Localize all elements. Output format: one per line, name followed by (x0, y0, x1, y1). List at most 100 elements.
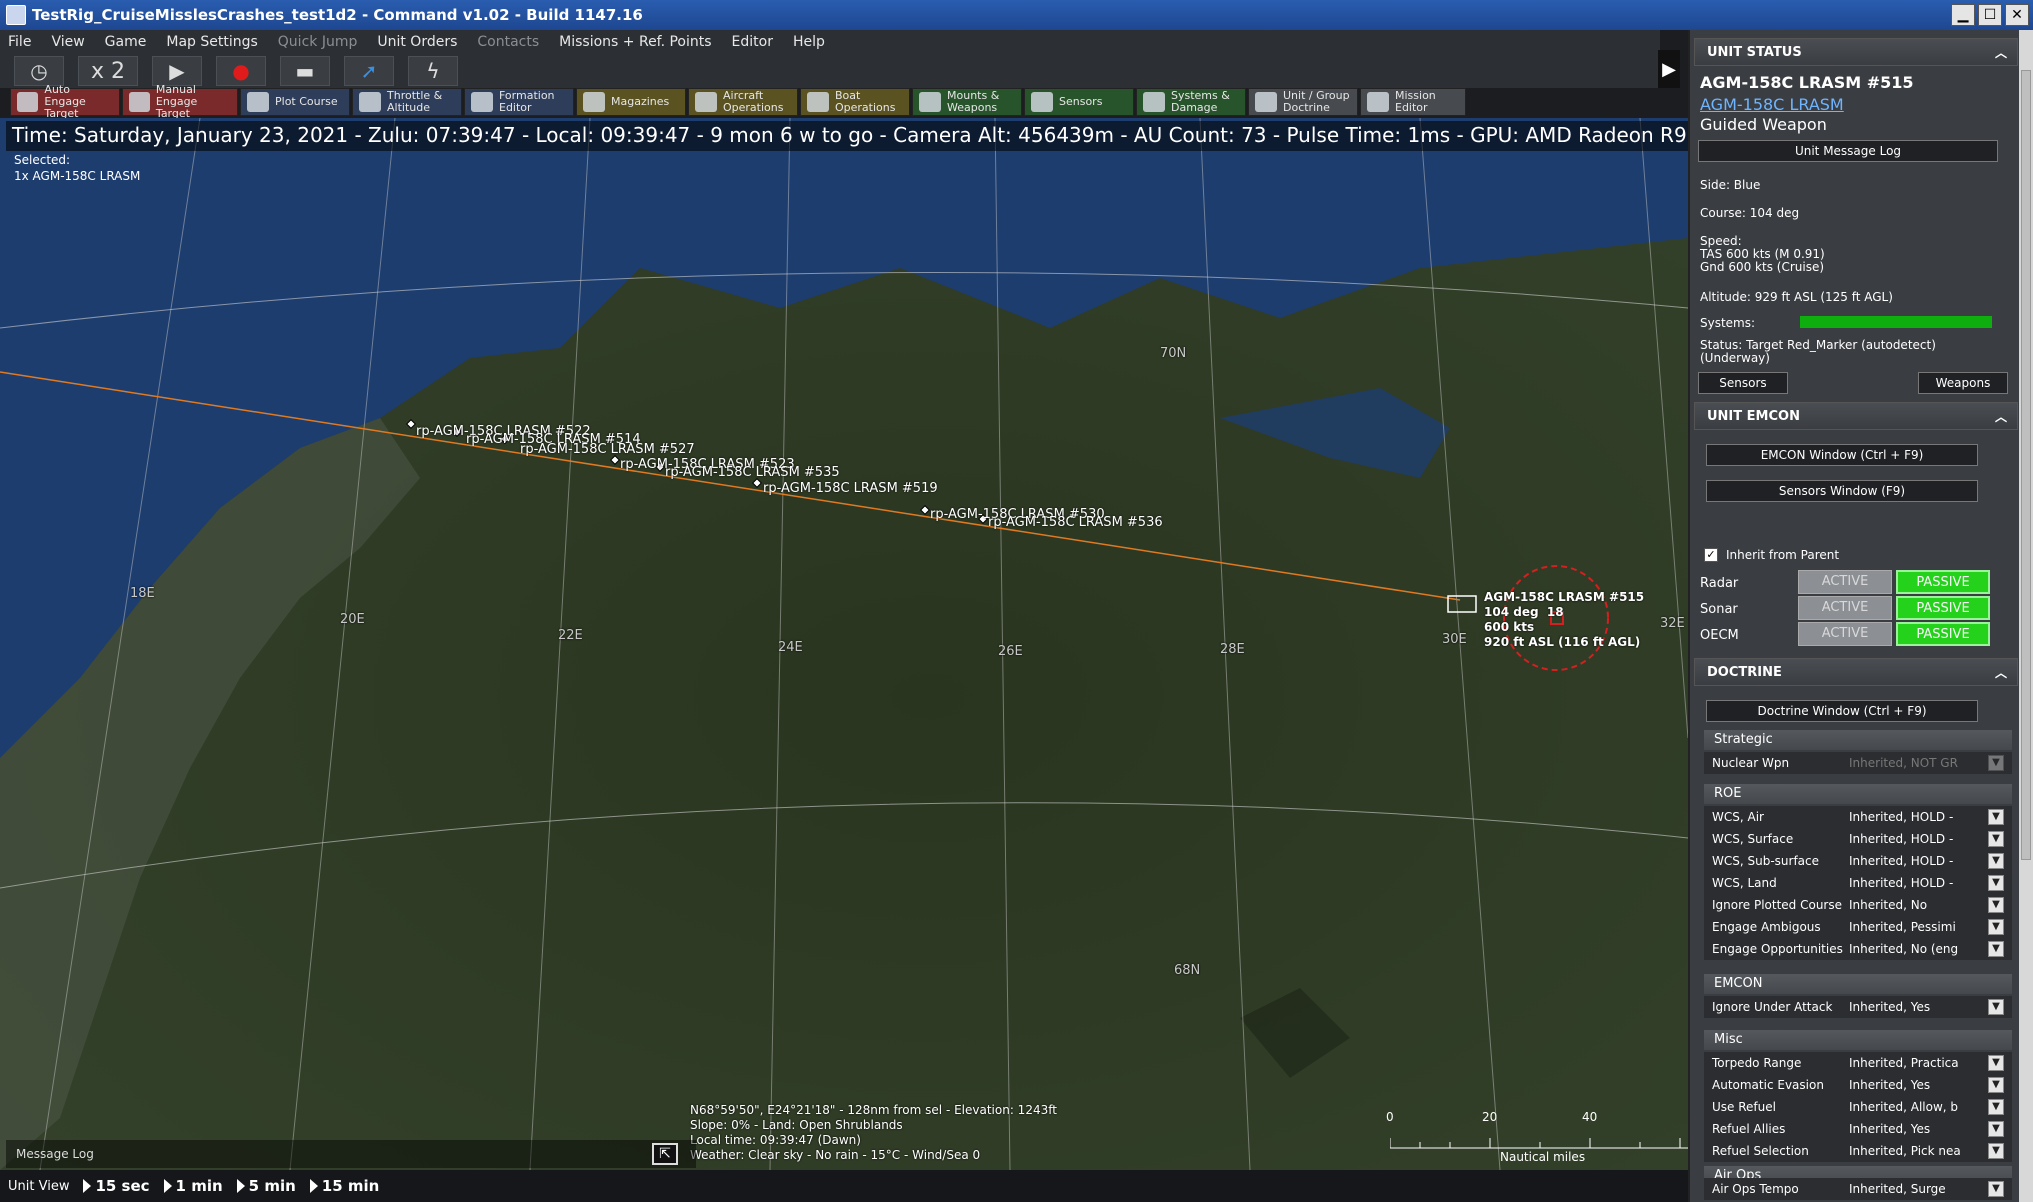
doctrine-row[interactable]: WCS, Sub-surface Inherited, HOLD - ▼ (1704, 850, 2012, 872)
chevron-down-icon[interactable]: ▼ (1988, 809, 2004, 825)
arrow-icon[interactable]: ➚ (344, 56, 394, 86)
chevron-up-icon[interactable]: ︿ (1995, 664, 2007, 681)
menu-game[interactable]: Game (105, 34, 147, 50)
chevron-down-icon[interactable]: ▼ (1988, 1181, 2004, 1197)
menu-file[interactable]: File (8, 34, 31, 50)
menu-help[interactable]: Help (793, 34, 825, 50)
play-icon[interactable]: ▶ (152, 56, 202, 86)
sonar-passive-button[interactable]: PASSIVE (1896, 596, 1990, 620)
radar-passive-button[interactable]: PASSIVE (1896, 570, 1990, 594)
side-scrollbar[interactable] (2019, 30, 2033, 1202)
time-15min-button[interactable]: 15 min (309, 1177, 379, 1195)
chevron-down-icon[interactable]: ▼ (1988, 919, 2004, 935)
aircraft-operations-button[interactable]: Aircraft Operations (688, 88, 798, 116)
plot-course-button[interactable]: Plot Course (240, 88, 350, 116)
doctrine-row[interactable]: Ignore Under Attack Inherited, Yes ▼ (1704, 996, 2012, 1018)
menu-missions[interactable]: Missions + Ref. Points (559, 34, 711, 50)
chevron-down-icon[interactable]: ▼ (1988, 755, 2004, 771)
time-compression-button[interactable]: x 2 (78, 56, 138, 86)
doctrine-row[interactable]: Engage Opportunities Inherited, No (eng ▼ (1704, 938, 2012, 960)
unit-emcon-header[interactable]: UNIT EMCON ︿ (1694, 402, 2018, 430)
chevron-down-icon[interactable]: ▼ (1988, 1077, 2004, 1093)
missile-label[interactable]: rp-AGM-158C LRASM #536 (988, 515, 1163, 530)
chevron-up-icon[interactable]: ︿ (1995, 44, 2007, 61)
bridge-icon[interactable]: ▬ (280, 56, 330, 86)
chevron-down-icon[interactable]: ▼ (1988, 999, 2004, 1015)
missile-label[interactable]: rp-AGM-158C LRASM #535 (665, 465, 840, 480)
chevron-down-icon[interactable]: ▼ (1988, 941, 2004, 957)
mounts-weapons-button[interactable]: Mounts & Weapons (912, 88, 1022, 116)
doctrine-row[interactable]: WCS, Land Inherited, HOLD - ▼ (1704, 872, 2012, 894)
message-log[interactable]: Message Log (6, 1140, 696, 1168)
expand-log-icon[interactable]: ⇱ (652, 1143, 678, 1165)
sensors-button[interactable]: Sensors (1024, 88, 1134, 116)
chevron-down-icon[interactable]: ▼ (1988, 1143, 2004, 1159)
mission-editor-button[interactable]: Mission Editor (1360, 88, 1466, 116)
unit-view-label[interactable]: Unit View (8, 1179, 69, 1194)
clock-icon[interactable]: ◷ (14, 56, 64, 86)
chevron-down-icon[interactable]: ▼ (1988, 853, 2004, 869)
boat-operations-button[interactable]: Boat Operations (800, 88, 910, 116)
doctrine-row[interactable]: Refuel Allies Inherited, Yes ▼ (1704, 1118, 2012, 1140)
unit-class-link[interactable]: AGM-158C LRASM (1700, 97, 1844, 113)
lightning-icon[interactable]: ϟ (408, 56, 458, 86)
chevron-down-icon[interactable]: ▼ (1988, 875, 2004, 891)
time-15sec-button[interactable]: 15 sec (83, 1177, 150, 1195)
map-view[interactable]: rp-AGM-158C LRASM #522 rp-AGM-158C LRASM… (0, 118, 1688, 1170)
scrollbar-thumb[interactable] (2021, 70, 2031, 860)
scale-tick-40: 40 (1582, 1110, 1598, 1124)
chevron-down-icon[interactable]: ▼ (1988, 897, 2004, 913)
unit-status-header[interactable]: UNIT STATUS ︿ (1694, 38, 2018, 66)
doctrine-window-button[interactable]: Doctrine Window (Ctrl + F9) (1706, 700, 1978, 722)
oecm-passive-button[interactable]: PASSIVE (1896, 622, 1990, 646)
time-5min-button[interactable]: 5 min (236, 1177, 296, 1195)
close-button[interactable]: ✕ (2005, 4, 2029, 26)
maximize-button[interactable]: ☐ (1978, 4, 2002, 26)
doctrine-row[interactable]: Use Refuel Inherited, Allow, b ▼ (1704, 1096, 2012, 1118)
menu-unit-orders[interactable]: Unit Orders (377, 34, 457, 50)
weapons-button[interactable]: Weapons (1918, 372, 2008, 394)
throttle-altitude-button[interactable]: Throttle & Altitude (352, 88, 462, 116)
doctrine-row[interactable]: Engage Ambigous Inherited, Pessimi ▼ (1704, 916, 2012, 938)
panel-toggle-icon[interactable]: ▶ (1658, 50, 1680, 88)
time-1min-button[interactable]: 1 min (163, 1177, 223, 1195)
doctrine-header[interactable]: DOCTRINE ︿ (1694, 658, 2018, 686)
doctrine-row[interactable]: Ignore Plotted Course Inherited, No ▼ (1704, 894, 2012, 916)
manual-engage-button[interactable]: Manual Engage Target (122, 84, 238, 120)
menu-editor[interactable]: Editor (732, 34, 773, 50)
menu-map-settings[interactable]: Map Settings (166, 34, 257, 50)
selected-unit-label[interactable]: AGM-158C LRASM #515 104 deg 18 600 kts 9… (1484, 590, 1644, 650)
emcon-window-button[interactable]: EMCON Window (Ctrl + F9) (1706, 444, 1978, 466)
sonar-active-button[interactable]: ACTIVE (1798, 596, 1892, 620)
sensors-button[interactable]: Sensors (1698, 372, 1788, 394)
inherit-checkbox[interactable]: ✓ (1704, 548, 1718, 562)
sensors-window-button[interactable]: Sensors Window (F9) (1706, 480, 1978, 502)
doctrine-row[interactable]: Refuel Selection Inherited, Pick nea ▼ (1704, 1140, 2012, 1162)
unit-group-doctrine-button[interactable]: Unit / Group Doctrine (1248, 88, 1358, 116)
chevron-down-icon[interactable]: ▼ (1988, 1055, 2004, 1071)
doctrine-row[interactable]: Automatic Evasion Inherited, Yes ▼ (1704, 1074, 2012, 1096)
doctrine-row[interactable]: WCS, Air Inherited, HOLD - ▼ (1704, 806, 2012, 828)
chevron-down-icon[interactable]: ▼ (1988, 1099, 2004, 1115)
chevron-down-icon[interactable]: ▼ (1988, 831, 2004, 847)
radar-active-button[interactable]: ACTIVE (1798, 570, 1892, 594)
systems-damage-button[interactable]: Systems & Damage (1136, 88, 1246, 116)
magazines-button[interactable]: Magazines (576, 88, 686, 116)
missile-label[interactable]: rp-AGM-158C LRASM #519 (763, 481, 938, 496)
chevron-up-icon[interactable]: ︿ (1995, 408, 2007, 425)
oecm-active-button[interactable]: ACTIVE (1798, 622, 1892, 646)
missile-label[interactable]: rp-AGM-158C LRASM #527 (520, 442, 695, 457)
doctrine-row[interactable]: WCS, Surface Inherited, HOLD - ▼ (1704, 828, 2012, 850)
menu-contacts[interactable]: Contacts (477, 34, 539, 50)
doctrine-row[interactable]: Torpedo Range Inherited, Practica ▼ (1704, 1052, 2012, 1074)
formation-editor-button[interactable]: Formation Editor (464, 88, 574, 116)
doctrine-row[interactable]: Air Ops Tempo Inherited, Surge ▼ (1704, 1178, 2012, 1200)
record-icon[interactable]: ● (216, 56, 266, 86)
doctrine-row-nuclear[interactable]: Nuclear Wpn Inherited, NOT GR ▼ (1704, 752, 2012, 774)
unit-message-log-button[interactable]: Unit Message Log (1698, 140, 1998, 162)
menu-quick-jump[interactable]: Quick Jump (278, 34, 358, 50)
menu-view[interactable]: View (51, 34, 84, 50)
auto-engage-button[interactable]: Auto Engage Target (10, 84, 120, 120)
chevron-down-icon[interactable]: ▼ (1988, 1121, 2004, 1137)
minimize-button[interactable]: ▁ (1951, 4, 1975, 26)
